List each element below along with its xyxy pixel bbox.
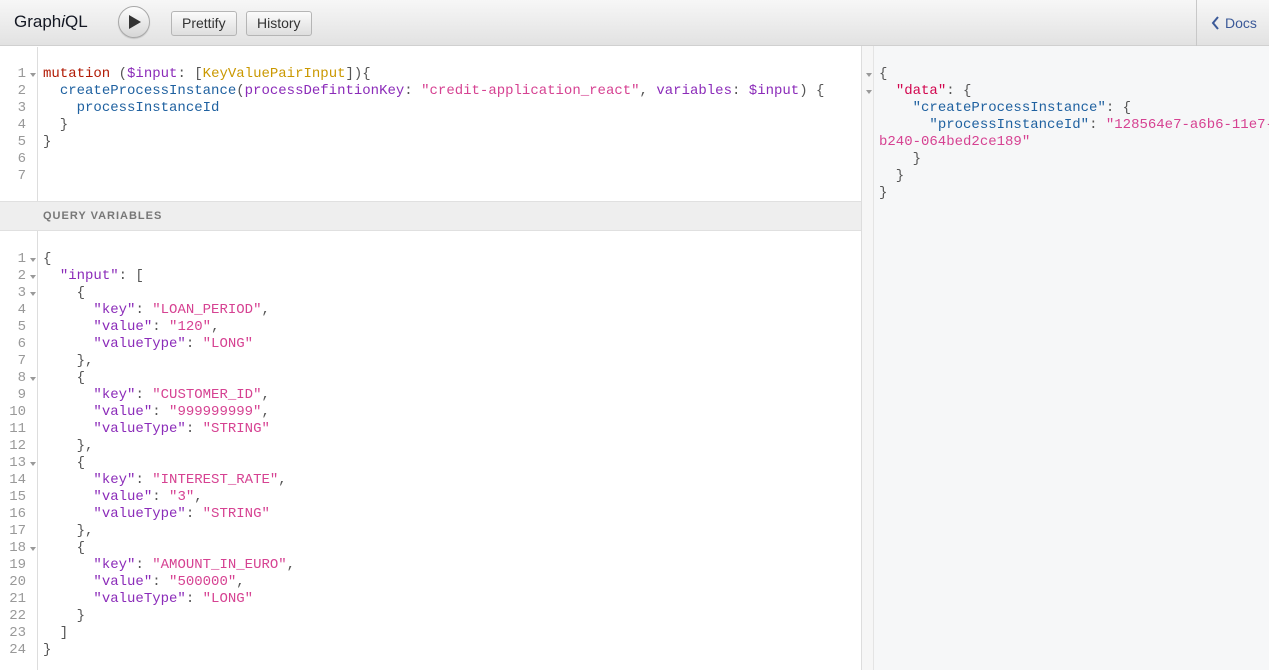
variables-line-17: }, [43, 523, 94, 539]
variables-line-14: "key": "INTEREST_RATE", [93, 472, 287, 488]
line-number: 1 [17, 251, 26, 267]
fold-arrow-icon[interactable] [30, 275, 36, 279]
variables-line-24: } [43, 642, 52, 658]
line-number: 5 [17, 134, 26, 150]
variables-line-12: }, [43, 438, 94, 454]
result-line-4: "processInstanceId": "128564e7-a6b6-11e7… [929, 117, 1269, 133]
line-number: 18 [9, 540, 26, 556]
variables-line-11: "valueType": "STRING" [93, 421, 270, 437]
variables-line-6: "valueType": "LONG" [93, 336, 254, 352]
result-line-2: "data": { [895, 83, 972, 99]
variables-line-22: } [43, 608, 86, 624]
line-number: 8 [17, 370, 26, 386]
result-line-8: } [879, 185, 888, 201]
result-line-5: b240-064bed2ce189" [879, 134, 1031, 150]
prettify-button[interactable]: Prettify [171, 11, 237, 36]
line-number: 23 [9, 625, 26, 641]
fold-arrow-icon[interactable] [30, 73, 36, 77]
app-title: GraphiQL [14, 12, 88, 31]
query-line-4: } [43, 117, 69, 133]
line-number: 11 [9, 421, 26, 437]
docs-label: Docs [1225, 15, 1257, 31]
fold-arrow-icon[interactable] [30, 377, 36, 381]
variables-line-8: { [43, 370, 86, 386]
fold-arrow-icon[interactable] [866, 73, 872, 77]
line-number: 16 [9, 506, 26, 522]
line-number: 3 [17, 285, 26, 301]
history-button[interactable]: History [246, 11, 312, 36]
fold-arrow-icon[interactable] [30, 258, 36, 262]
query-line-3: processInstanceId [76, 100, 220, 116]
line-number: 4 [17, 302, 26, 318]
fold-arrow-icon[interactable] [866, 90, 872, 94]
line-number: 1 [17, 66, 26, 82]
line-number: 20 [9, 574, 26, 590]
variables-line-21: "valueType": "LONG" [93, 591, 254, 607]
docs-explorer-toggle[interactable]: Docs [1196, 0, 1269, 46]
fold-arrow-icon[interactable] [30, 292, 36, 296]
variables-line-9: "key": "CUSTOMER_ID", [93, 387, 270, 403]
line-number: 6 [17, 336, 26, 352]
line-number: 7 [17, 353, 26, 369]
variables-line-20: "value": "500000", [93, 574, 245, 590]
docs-button[interactable]: Docs [1211, 15, 1257, 31]
query-line-5: } [43, 134, 52, 150]
fold-arrow-icon[interactable] [30, 462, 36, 466]
variables-line-19: "key": "AMOUNT_IN_EURO", [93, 557, 296, 573]
line-number: 21 [9, 591, 26, 607]
line-number: 7 [17, 168, 26, 184]
line-number: 2 [17, 268, 26, 284]
query-variables-title: QUERY VARIABLES [43, 210, 163, 222]
fold-arrow-icon[interactable] [30, 547, 36, 551]
variables-line-15: "value": "3", [93, 489, 203, 505]
toolbar: GraphiQL Prettify History Docs [0, 0, 1269, 46]
result-line-1: { [879, 66, 888, 82]
result-line-7: } [879, 168, 905, 184]
query-line-1: mutation ($input: [KeyValuePairInput]){ [43, 66, 371, 82]
line-number: 14 [9, 472, 26, 488]
variables-line-5: "value": "120", [93, 319, 220, 335]
line-number: 24 [9, 642, 26, 658]
variables-line-18: { [43, 540, 86, 556]
variables-line-2: "input": [ [59, 268, 144, 284]
line-number: 3 [17, 100, 26, 116]
variables-line-10: "value": "999999999", [93, 404, 270, 420]
line-number: 6 [17, 151, 26, 167]
line-number: 9 [17, 387, 26, 403]
line-number: 2 [17, 83, 26, 99]
variables-line-4: "key": "LOAN_PERIOD", [93, 302, 270, 318]
variables-line-7: }, [43, 353, 94, 369]
variables-line-16: "valueType": "STRING" [93, 506, 270, 522]
line-number: 12 [9, 438, 26, 454]
variables-line-1: { [43, 251, 52, 267]
line-number: 19 [9, 557, 26, 573]
line-number: 22 [9, 608, 26, 624]
query-line-2: createProcessInstance(processDefintionKe… [59, 83, 825, 99]
play-icon [129, 15, 141, 29]
variables-line-13: { [43, 455, 86, 471]
line-number: 5 [17, 319, 26, 335]
line-number: 10 [9, 404, 26, 420]
result-line-3: "createProcessInstance": { [912, 100, 1132, 116]
line-number: 17 [9, 523, 26, 539]
chevron-left-icon [1211, 16, 1219, 30]
execute-query-button[interactable] [118, 6, 150, 38]
query-variables-header[interactable]: QUERY VARIABLES [0, 201, 861, 231]
result-line-6: } [879, 151, 922, 167]
line-number: 15 [9, 489, 26, 505]
line-number: 13 [9, 455, 26, 471]
pane-divider[interactable] [861, 46, 874, 670]
variables-line-23: ] [43, 625, 69, 641]
variables-line-3: { [43, 285, 86, 301]
line-number: 4 [17, 117, 26, 133]
